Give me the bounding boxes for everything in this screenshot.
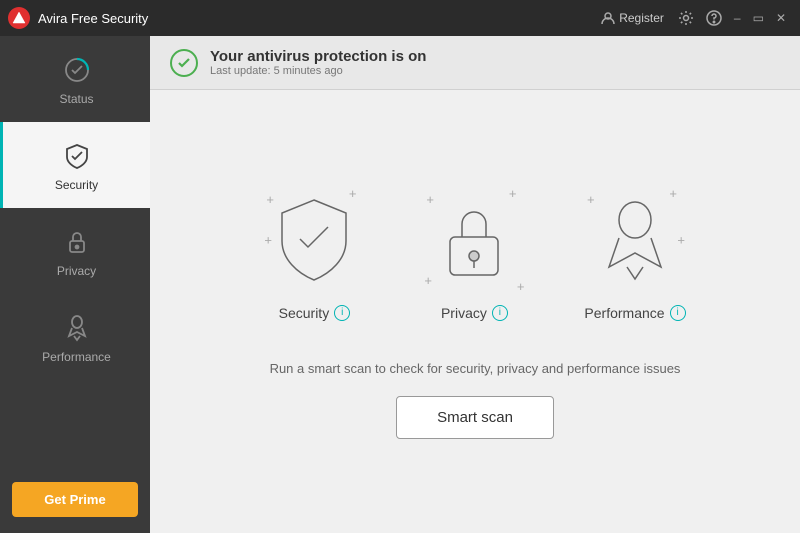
plus-tl-privacy: + [426, 193, 434, 206]
close-button[interactable]: ✕ [770, 9, 792, 27]
plus-tr-privacy: + [509, 187, 517, 200]
maximize-button[interactable]: ▭ [747, 9, 770, 27]
main-content: Your antivirus protection is on Last upd… [150, 36, 800, 533]
sidebar-item-security[interactable]: Security [0, 122, 150, 208]
status-subtitle: Last update: 5 minutes ago [210, 65, 426, 77]
plus-br-privacy: + [517, 280, 525, 293]
scan-description: Run a smart scan to check for security, … [270, 361, 681, 376]
smart-scan-button[interactable]: Smart scan [396, 396, 554, 439]
plus-tr-security: + [349, 187, 357, 200]
app-container: Status Security Privacy [0, 36, 800, 533]
performance-feature-icon-wrap: + + + [585, 185, 685, 295]
plus-tl-performance: + [587, 193, 595, 206]
feature-privacy: + + + + Privacy i [424, 185, 524, 321]
security-feature-icon-wrap: + + + [264, 185, 364, 295]
feature-security: + + + Security i [264, 185, 364, 321]
privacy-feature-icon-wrap: + + + + [424, 185, 524, 295]
privacy-sidebar-icon [59, 224, 95, 260]
plus-ml-security: + [264, 233, 272, 246]
plus-tr-performance: + [669, 187, 677, 200]
feature-performance: + + + Performance i [584, 185, 685, 321]
performance-sidebar-icon [59, 310, 95, 346]
security-info-icon[interactable]: i [334, 305, 350, 321]
feature-icons-row: + + + Security i [264, 185, 685, 321]
sidebar-performance-label: Performance [42, 350, 111, 364]
app-logo [8, 7, 30, 29]
get-prime-button[interactable]: Get Prime [12, 482, 138, 517]
minimize-button[interactable]: – [728, 9, 747, 27]
security-label-text: Security [279, 305, 330, 321]
security-sidebar-icon [59, 138, 95, 174]
status-icon [59, 52, 95, 88]
sidebar-item-status[interactable]: Status [0, 36, 150, 122]
app-title: Avira Free Security [38, 11, 593, 26]
plus-mr-performance: + [677, 233, 685, 246]
plus-bl-privacy: + [424, 274, 432, 287]
features-area: + + + Security i [150, 90, 800, 533]
performance-label-text: Performance [584, 305, 664, 321]
privacy-feature-label: Privacy i [441, 305, 508, 321]
status-bar: Your antivirus protection is on Last upd… [150, 36, 800, 90]
sidebar-status-label: Status [59, 92, 93, 106]
status-text-block: Your antivirus protection is on Last upd… [210, 48, 426, 77]
register-button[interactable]: Register [593, 7, 672, 29]
settings-button[interactable] [672, 6, 700, 30]
sidebar: Status Security Privacy [0, 36, 150, 533]
help-button[interactable] [700, 6, 728, 30]
protection-status-icon [170, 49, 198, 77]
performance-feature-label: Performance i [584, 305, 685, 321]
register-label: Register [619, 11, 664, 25]
performance-info-icon[interactable]: i [670, 305, 686, 321]
sidebar-item-privacy[interactable]: Privacy [0, 208, 150, 294]
privacy-info-icon[interactable]: i [492, 305, 508, 321]
plus-tl-security: + [266, 193, 274, 206]
sidebar-item-performance[interactable]: Performance [0, 294, 150, 380]
sidebar-security-label: Security [55, 178, 98, 192]
security-feature-label: Security i [279, 305, 351, 321]
privacy-label-text: Privacy [441, 305, 487, 321]
title-bar: Avira Free Security Register – ▭ ✕ [0, 0, 800, 36]
sidebar-privacy-label: Privacy [57, 264, 96, 278]
status-title: Your antivirus protection is on [210, 48, 426, 65]
